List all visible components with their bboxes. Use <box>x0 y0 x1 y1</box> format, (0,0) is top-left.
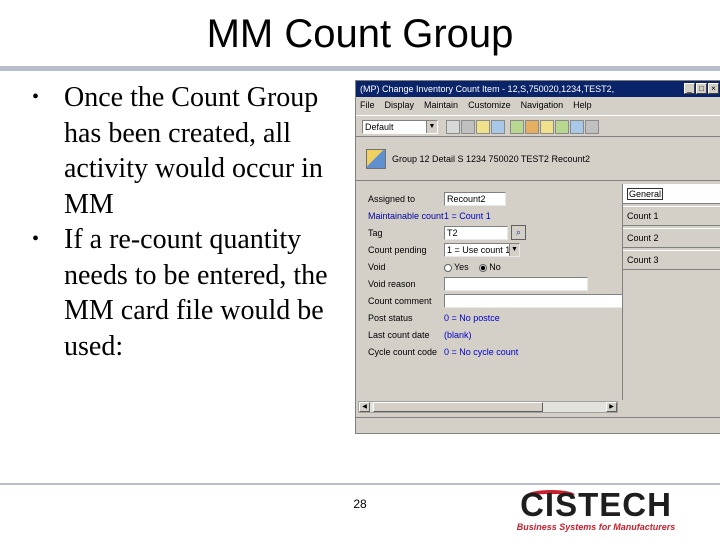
tab-general[interactable]: General <box>623 184 720 204</box>
field-label: Cycle count code <box>368 347 438 357</box>
count-pending-value: 1 = Use count 1 <box>447 245 511 255</box>
status-bar <box>356 417 720 433</box>
menu-maintain[interactable]: Maintain <box>424 98 458 112</box>
field-label: Count comment <box>368 296 432 306</box>
zoom-icon[interactable] <box>570 120 584 134</box>
bullet-dot-icon: • <box>32 228 40 250</box>
close-button[interactable]: × <box>708 83 719 94</box>
filter-icon[interactable] <box>510 120 524 134</box>
find-icon[interactable] <box>525 120 539 134</box>
chevron-down-icon: ▼ <box>509 244 519 256</box>
refresh-icon[interactable] <box>555 120 569 134</box>
void-no-label: No <box>489 262 501 272</box>
maximize-button[interactable]: □ <box>696 83 707 94</box>
copy-icon[interactable] <box>491 120 505 134</box>
inventory-count-window: (MP) Change Inventory Count Item - 12,S,… <box>355 80 720 434</box>
field-value: 1 = Count 1 <box>444 211 491 221</box>
cistech-logo: CISTECH Business Systems for Manufacture… <box>513 488 679 534</box>
field-value: 0 = No cycle count <box>444 347 519 357</box>
menu-file[interactable]: File <box>360 98 375 112</box>
tab-general-label: General <box>627 188 664 200</box>
view-select-value: Default <box>365 122 394 132</box>
menu-help[interactable]: Help <box>573 98 592 112</box>
bullet-dot-icon: • <box>32 86 40 108</box>
bullet-item: • If a re-count quantity needs to be ente… <box>30 222 348 364</box>
logo-tagline: Business Systems for Manufacturers <box>516 522 676 532</box>
field-value: (blank) <box>444 330 472 340</box>
bullet-text: Once the Count Group has been created, a… <box>64 82 323 220</box>
minimize-button[interactable]: _ <box>684 83 695 94</box>
field-label: Tag <box>368 228 383 238</box>
void-radio-group: Yes No <box>444 260 501 274</box>
page-number: 28 <box>353 497 367 511</box>
menu-bar: File Display Maintain Customize Navigati… <box>356 98 720 112</box>
field-label: Maintainable count <box>368 211 444 221</box>
slide-title: MM Count Group <box>206 12 514 56</box>
scroll-thumb[interactable] <box>373 402 543 412</box>
void-yes-label: Yes <box>454 262 469 272</box>
field-label: Count pending <box>368 245 427 255</box>
field-label: Void reason <box>368 279 416 289</box>
side-tab-panel: General Count 1 Count 2 Count 3 <box>622 184 720 400</box>
field-label: Last count date <box>368 330 430 340</box>
context-bar: Group 12 Detail S 1234 750020 TEST2 Reco… <box>356 141 720 181</box>
title-divider <box>0 66 720 71</box>
view-select[interactable]: Default ▼ <box>362 120 438 134</box>
tab-count-1[interactable]: Count 1 <box>623 206 720 226</box>
menu-navigation[interactable]: Navigation <box>521 98 564 112</box>
edit-icon[interactable] <box>476 120 490 134</box>
inventory-item-icon <box>366 149 386 169</box>
scroll-right-icon[interactable]: ▶ <box>606 402 617 412</box>
sort-icon[interactable] <box>540 120 554 134</box>
toolbar: Default ▼ <box>356 115 720 137</box>
assigned-to-field[interactable]: Recount2 <box>444 192 506 206</box>
print-icon[interactable] <box>461 120 475 134</box>
chevron-down-icon: ▼ <box>426 121 437 133</box>
tools-icon[interactable] <box>585 120 599 134</box>
void-reason-field[interactable] <box>444 277 588 291</box>
search-icon[interactable]: ⌕ <box>511 225 526 240</box>
tag-field[interactable]: T2 <box>444 226 508 240</box>
tab-count-2[interactable]: Count 2 <box>623 228 720 248</box>
void-yes-radio[interactable] <box>444 263 452 272</box>
tab-count-3[interactable]: Count 3 <box>623 250 720 270</box>
bullet-text: If a re-count quantity needs to be enter… <box>64 224 328 362</box>
void-no-radio[interactable] <box>479 263 488 272</box>
menu-customize[interactable]: Customize <box>468 98 511 112</box>
bullet-item: • Once the Count Group has been created, … <box>30 80 348 222</box>
scroll-left-icon[interactable]: ◀ <box>359 402 370 412</box>
footer-divider <box>0 483 720 485</box>
field-value: 0 = No postce <box>444 313 500 323</box>
save-icon[interactable] <box>446 120 460 134</box>
context-text: Group 12 Detail S 1234 750020 TEST2 Reco… <box>392 154 590 164</box>
field-label: Void <box>368 262 386 272</box>
field-label: Post status <box>368 313 413 323</box>
bullet-list: • Once the Count Group has been created, … <box>30 80 348 364</box>
horizontal-scrollbar[interactable]: ◀ ▶ <box>358 401 618 413</box>
count-pending-select[interactable]: 1 = Use count 1 ▼ <box>444 243 520 257</box>
field-label: Assigned to <box>368 194 416 204</box>
detail-form: Assigned to Recount2 Maintainable count … <box>358 184 629 400</box>
window-title: (MP) Change Inventory Count Item - 12,S,… <box>360 84 615 94</box>
window-title-bar[interactable]: (MP) Change Inventory Count Item - 12,S,… <box>356 81 720 97</box>
logo-wordmark: CISTECH <box>520 486 672 523</box>
menu-display[interactable]: Display <box>385 98 415 112</box>
count-comment-field[interactable] <box>444 294 629 308</box>
